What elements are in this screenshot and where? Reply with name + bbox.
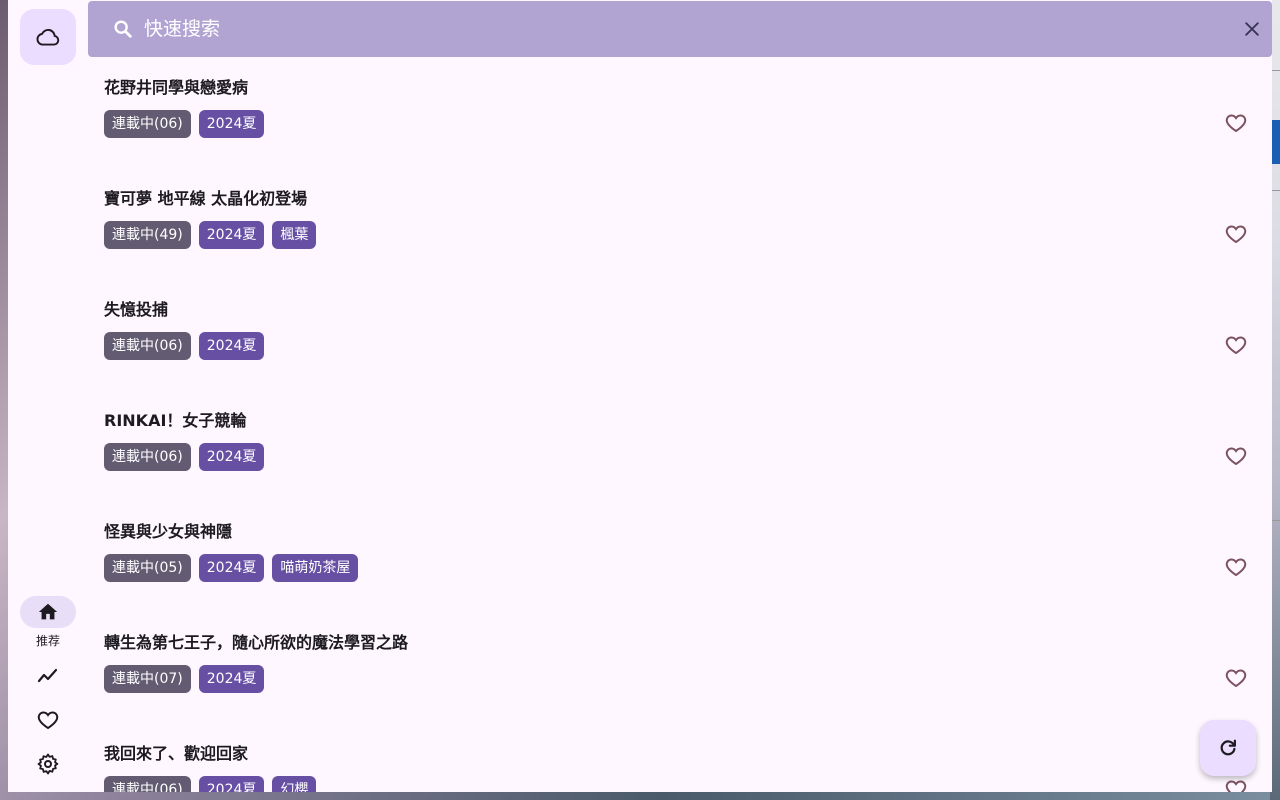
list-item[interactable]: 我回來了、歡迎回家 連載中(06) 2024夏 幻櫻 (104, 723, 1272, 792)
item-tags: 連載中(49) 2024夏 楓葉 (104, 221, 317, 249)
search-bar (88, 1, 1272, 57)
list-item[interactable]: 失憶投捕連載中(06) 2024夏 (104, 279, 1272, 390)
close-icon[interactable] (1242, 19, 1262, 39)
list-item[interactable]: 寶可夢 地平線 太晶化初登場連載中(49) 2024夏 楓葉 (104, 168, 1272, 279)
season-tag: 2024夏 (198, 554, 265, 582)
season-tag: 2024夏 (198, 665, 265, 693)
item-title: 轉生為第七王子，隨心所欲的魔法學習之路 (104, 633, 409, 652)
home-icon (38, 603, 58, 620)
nav-item-favorites[interactable] (8, 704, 88, 736)
season-tag: 2024夏 (198, 776, 265, 792)
status-tag: 連載中(49) (104, 221, 191, 249)
item-title: 怪異與少女與神隱 (104, 522, 233, 541)
group-tag: 楓葉 (272, 221, 317, 249)
season-tag: 2024夏 (198, 110, 265, 138)
item-title: RINKAI！女子競輪 (104, 411, 247, 430)
item-tags: 連載中(06) 2024夏 幻櫻 (104, 776, 317, 792)
heart-icon (37, 711, 59, 730)
search-input[interactable] (144, 15, 1204, 43)
list-item[interactable]: 怪異與少女與神隱連載中(05) 2024夏 喵萌奶茶屋 (104, 501, 1272, 612)
favorite-heart-icon[interactable] (1224, 444, 1248, 468)
item-tags: 連載中(07) 2024夏 (104, 665, 265, 693)
season-tag: 2024夏 (198, 443, 265, 471)
gear-icon (37, 753, 59, 775)
nav-indicator (20, 596, 76, 628)
status-tag: 連載中(07) (104, 665, 191, 693)
item-title: 我回來了、歡迎回家 (104, 744, 249, 763)
desktop-icon-fragment (1272, 120, 1280, 164)
nav-item-home[interactable]: 推荐 (8, 596, 88, 649)
search-icon (114, 20, 132, 38)
status-tag: 連載中(06) (104, 332, 191, 360)
status-tag: 連載中(05) (104, 554, 191, 582)
season-tag: 2024夏 (198, 332, 265, 360)
favorite-heart-icon[interactable] (1224, 222, 1248, 246)
favorite-heart-icon[interactable] (1224, 111, 1248, 135)
list-item[interactable]: 花野井同學與戀愛病連載中(06) 2024夏 (104, 57, 1272, 168)
list-item[interactable]: RINKAI！女子競輪連載中(06) 2024夏 (104, 390, 1272, 501)
list-item[interactable]: 轉生為第七王子，隨心所欲的魔法學習之路連載中(07) 2024夏 (104, 612, 1272, 723)
status-tag: 連載中(06) (104, 443, 191, 471)
nav-label-home: 推荐 (35, 634, 60, 648)
group-tag: 幻櫻 (272, 776, 317, 792)
cloud-button[interactable] (20, 9, 76, 65)
item-tags: 連載中(06) 2024夏 (104, 332, 265, 360)
favorite-heart-icon[interactable] (1224, 555, 1248, 579)
nav-item-trending[interactable] (8, 660, 88, 692)
nav-item-settings[interactable] (8, 748, 88, 780)
item-tags: 連載中(05) 2024夏 喵萌奶茶屋 (104, 554, 359, 582)
anime-list: 花野井同學與戀愛病 連載中(06) 2024夏 寶可夢 地平線 太晶化初登場 連載中(4… (104, 57, 1272, 792)
refresh-icon (1220, 739, 1236, 756)
status-tag: 連載中(06) (104, 110, 191, 138)
item-tags: 連載中(06) 2024夏 (104, 110, 265, 138)
favorite-heart-icon[interactable] (1224, 777, 1248, 792)
cloud-icon (36, 28, 60, 46)
status-tag: 連載中(06) (104, 776, 191, 792)
item-title: 寶可夢 地平線 太晶化初登場 (104, 189, 308, 208)
item-title: 花野井同學與戀愛病 (104, 78, 249, 97)
trending-icon (37, 668, 58, 683)
favorite-heart-icon[interactable] (1224, 666, 1248, 690)
app-window: 推荐 快速搜索 花野井同學與戀愛病 連載中(06) 2024夏 寶可夢 地平線 … (8, 0, 1272, 792)
season-tag: 2024夏 (198, 221, 265, 249)
favorite-heart-icon[interactable] (1224, 333, 1248, 357)
item-title: 失憶投捕 (104, 300, 169, 319)
refresh-button[interactable] (1200, 720, 1256, 776)
item-tags: 連載中(06) 2024夏 (104, 443, 265, 471)
navigation-rail: 推荐 (8, 0, 88, 792)
group-tag: 喵萌奶茶屋 (272, 554, 359, 582)
